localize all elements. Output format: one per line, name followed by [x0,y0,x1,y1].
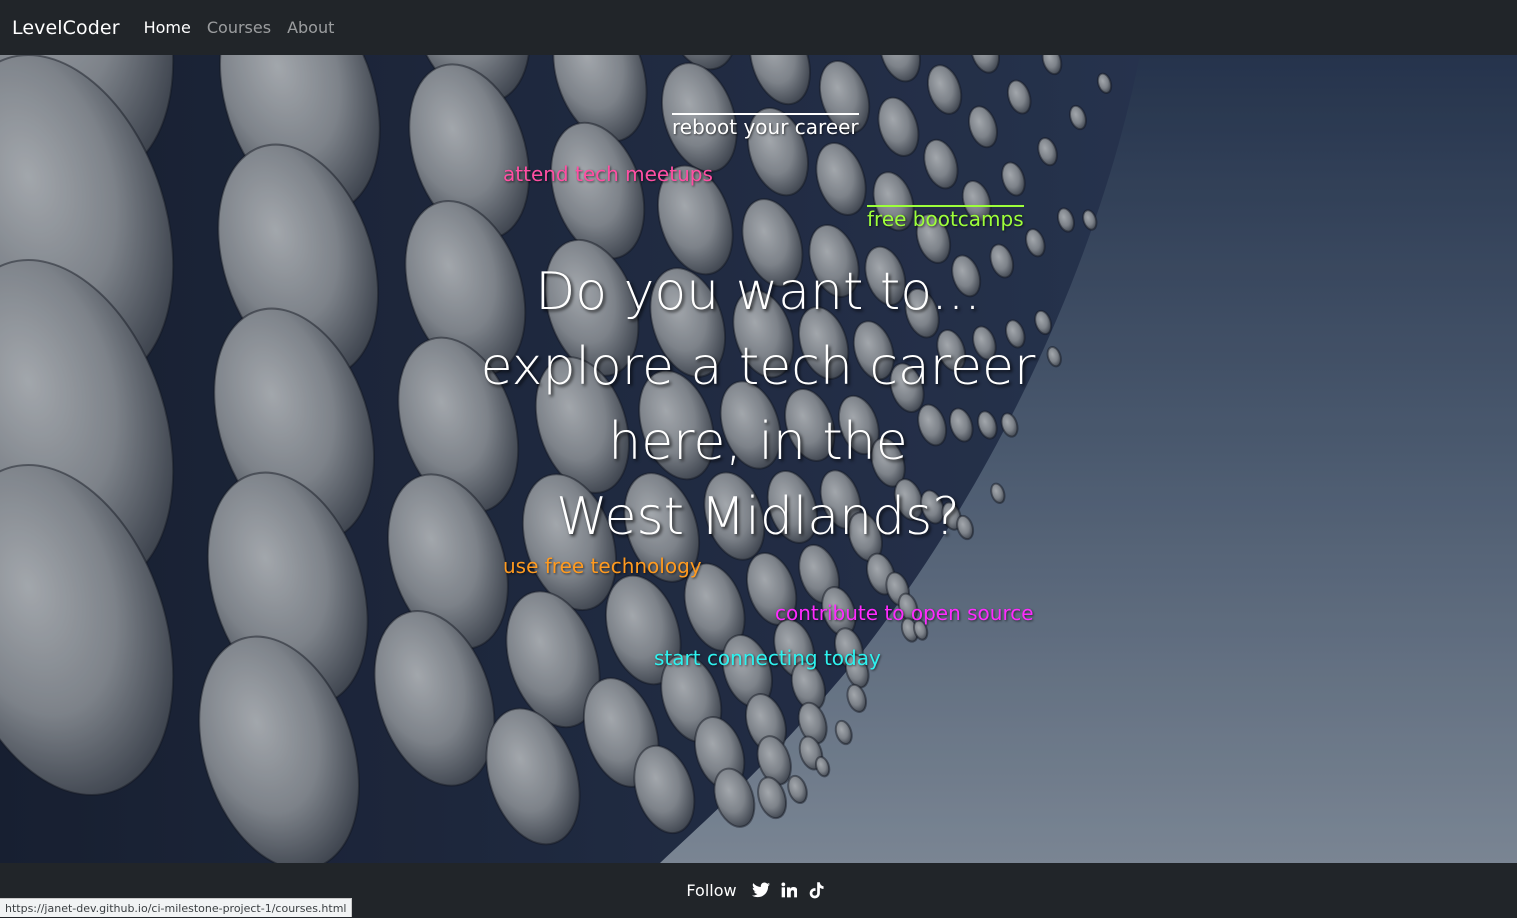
link-preview-status: https://janet-dev.github.io/ci-milestone… [0,898,353,917]
nav-link-about[interactable]: About [287,18,334,37]
tagline-reboot: reboot your career [672,113,859,139]
tagline-open-source: contribute to open source [775,601,1034,625]
brand-logo-link[interactable]: LevelCoder [12,17,120,39]
follow-label: Follow [686,880,737,900]
headline-line-1: Do you want to... [535,262,981,322]
navbar: LevelCoder Home Courses About [0,0,1517,55]
hero-section: reboot your career attend tech meetups f… [0,55,1517,863]
hero-headline: Do you want to... explore a tech career … [458,255,1058,555]
tagline-connecting: start connecting today [654,646,881,670]
headline-line-3: here, in the [608,412,908,472]
headline-line-2: explore a tech career [480,337,1036,397]
twitter-icon[interactable] [751,880,771,900]
tagline-meetups: attend tech meetups [503,162,713,186]
tagline-free-tech: use free technology [503,554,702,578]
tagline-bootcamps: free bootcamps [867,205,1024,231]
nav-link-home[interactable]: Home [144,18,191,37]
nav-link-courses[interactable]: Courses [207,18,271,37]
tiktok-icon[interactable] [807,880,827,900]
linkedin-icon[interactable] [779,880,799,900]
headline-line-4: West Midlands? [556,487,960,547]
